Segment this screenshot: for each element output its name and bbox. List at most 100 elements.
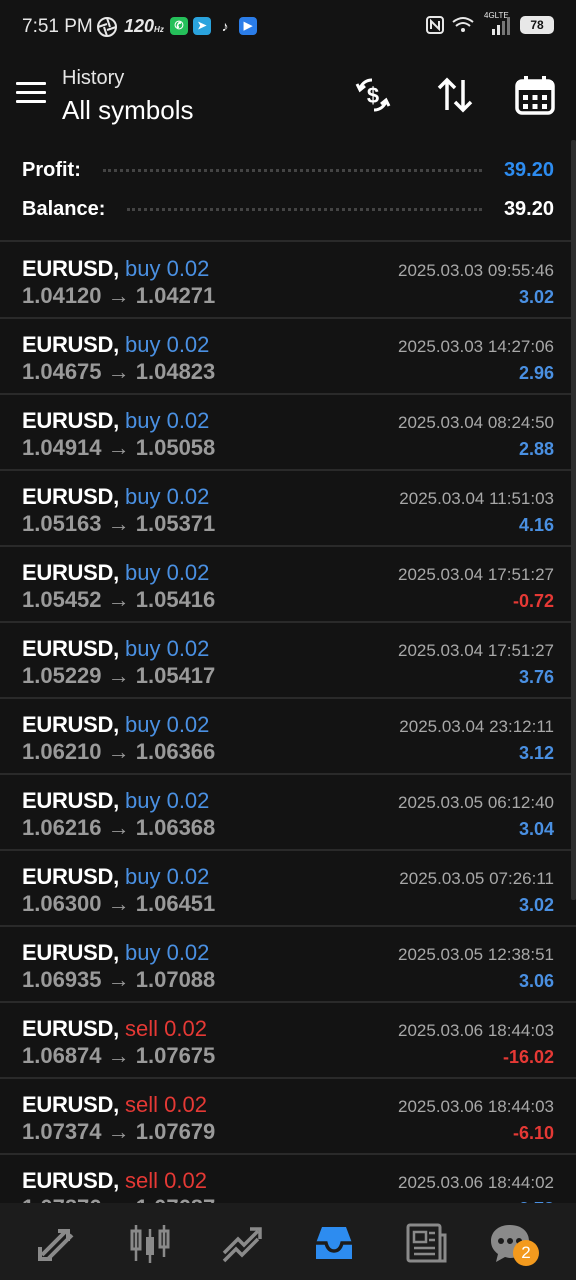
deal-time: 2025.03.04 08:24:50 bbox=[398, 413, 554, 432]
deal-time: 2025.03.05 12:38:51 bbox=[398, 945, 554, 964]
telegram-icon: ➤ bbox=[193, 17, 211, 35]
signal-icon: 4GLTE bbox=[482, 11, 512, 35]
news-icon[interactable] bbox=[404, 1221, 448, 1265]
nfc-icon bbox=[426, 16, 444, 34]
deal-row[interactable]: EURUSD, sell 0.02 1.06874 → 1.07675 2025.03… bbox=[0, 1003, 576, 1079]
deal-time: 2025.03.05 06:12:40 bbox=[398, 793, 554, 812]
whatsapp-icon: ✆ bbox=[170, 17, 188, 35]
balance-value: 39.20 bbox=[503, 197, 554, 220]
sort-icon[interactable] bbox=[434, 74, 476, 116]
status-right: 4GLTE 78 bbox=[426, 11, 554, 36]
deal-prices: 1.06874 → 1.07675 bbox=[22, 1043, 216, 1068]
deal-side: buy 0.02 bbox=[125, 712, 210, 737]
deal-side: buy 0.02 bbox=[125, 408, 210, 433]
deal-row[interactable]: EURUSD, buy 0.02 1.05163 → 1.05371 2025.03.… bbox=[0, 471, 576, 547]
deal-time: 2025.03.04 17:51:27 bbox=[398, 641, 554, 660]
deal-row[interactable]: EURUSD, buy 0.02 1.04675 → 1.04823 2025.03.… bbox=[0, 319, 576, 395]
deal-time: 2025.03.04 23:12:11 bbox=[399, 717, 554, 736]
deal-time: 2025.03.03 14:27:06 bbox=[398, 337, 554, 356]
deal-profit: 3.02 bbox=[518, 287, 554, 307]
deal-time: 2025.03.06 18:44:03 bbox=[398, 1021, 554, 1040]
deal-profit: 2.88 bbox=[518, 439, 554, 459]
trade-icon[interactable] bbox=[220, 1221, 264, 1265]
deal-row[interactable]: EURUSD, buy 0.02 1.06210 → 1.06366 2025.03.… bbox=[0, 699, 576, 775]
deal-side: buy 0.02 bbox=[125, 484, 210, 509]
deal-row[interactable]: EURUSD, buy 0.02 1.04914 → 1.05058 2025.03.… bbox=[0, 395, 576, 471]
deal-profit: 3.12 bbox=[518, 743, 554, 763]
status-time: 7:51 PM bbox=[22, 16, 93, 37]
refresh-rate: 120Hz bbox=[124, 16, 164, 37]
profit-row: Profit: 39.20 bbox=[22, 152, 554, 188]
deal-side: sell 0.02 bbox=[125, 1092, 207, 1117]
deal-symbol: EURUSD, bbox=[22, 408, 119, 433]
deal-prices: 1.05163 → 1.05371 bbox=[22, 511, 216, 536]
deal-symbol: EURUSD, bbox=[22, 484, 119, 509]
deal-profit: 3.04 bbox=[518, 819, 554, 839]
deal-row[interactable]: EURUSD, buy 0.02 1.06216 → 1.06368 2025.03.… bbox=[0, 775, 576, 851]
profit-value: 39.20 bbox=[503, 158, 554, 181]
header-title[interactable]: All symbols bbox=[62, 95, 193, 126]
deal-prices: 1.06210 → 1.06366 bbox=[22, 739, 216, 764]
deal-time: 2025.03.04 17:51:27 bbox=[398, 565, 554, 584]
deal-time: 2025.03.03 09:55:46 bbox=[398, 261, 554, 280]
deal-side: buy 0.02 bbox=[125, 332, 210, 357]
deal-row[interactable]: EURUSD, buy 0.02 1.05452 → 1.05416 2025.03.… bbox=[0, 547, 576, 623]
deal-symbol: EURUSD, bbox=[22, 712, 119, 737]
deal-row[interactable]: EURUSD, sell 0.02 1.07374 → 1.07679 2025.03… bbox=[0, 1079, 576, 1155]
deal-profit: 3.76 bbox=[518, 667, 554, 687]
messages-badge: 2 bbox=[513, 1240, 539, 1266]
deal-symbol: EURUSD, bbox=[22, 940, 119, 965]
calendar-icon[interactable] bbox=[514, 74, 556, 116]
profit-label: Profit: bbox=[22, 158, 81, 181]
header-subtitle: History bbox=[62, 67, 125, 89]
refresh-rate-value: 120 bbox=[124, 16, 155, 36]
balance-row: Balance: 39.20 bbox=[22, 191, 554, 227]
video-app-icon: ▶ bbox=[239, 17, 257, 35]
deal-profit: -0.72 bbox=[512, 591, 554, 611]
deal-symbol: EURUSD, bbox=[22, 332, 119, 357]
deal-row[interactable]: EURUSD,sell 0.02 1.07876 → 1.07687 2025.03… bbox=[0, 1155, 576, 1203]
deal-symbol: EURUSD, bbox=[22, 560, 119, 585]
deal-prices: 1.07876 → 1.07687 bbox=[22, 1195, 215, 1203]
deal-prices: 1.06216 → 1.06368 bbox=[22, 815, 216, 840]
deal-row[interactable]: EURUSD, buy 0.02 1.04120 → 1.04271 2025.03.… bbox=[0, 243, 576, 319]
aperture-icon bbox=[97, 17, 117, 37]
deal-side: buy 0.02 bbox=[125, 636, 210, 661]
deal-symbol: EURUSD, bbox=[22, 1168, 119, 1193]
deal-profit: -6.10 bbox=[512, 1123, 554, 1143]
deals-list[interactable]: EURUSD, buy 0.02 1.04120 → 1.04271 2025.03.… bbox=[0, 243, 576, 1203]
deal-prices: 1.07374 → 1.07679 bbox=[22, 1119, 216, 1144]
deal-prices: 1.04120 → 1.04271 bbox=[22, 283, 216, 308]
deal-profit: -16.02 bbox=[502, 1047, 554, 1067]
deal-row[interactable]: EURUSD, buy 0.02 1.06935 → 1.07088 2025.03.… bbox=[0, 927, 576, 1003]
deal-profit: 2.96 bbox=[518, 363, 554, 383]
deal-row[interactable]: EURUSD, buy 0.02 1.06300 → 1.06451 2025.03.… bbox=[0, 851, 576, 927]
deal-profit: 3.06 bbox=[518, 971, 554, 991]
deal-side: buy 0.02 bbox=[125, 940, 210, 965]
scrollbar[interactable] bbox=[571, 140, 576, 900]
history-icon[interactable] bbox=[312, 1221, 356, 1265]
chart-icon[interactable] bbox=[128, 1221, 172, 1265]
quotes-icon[interactable] bbox=[36, 1221, 80, 1265]
deal-profit: 4.16 bbox=[518, 515, 554, 535]
deal-side: buy 0.02 bbox=[125, 560, 210, 585]
deal-time: 2025.03.06 18:44:03 bbox=[398, 1097, 554, 1116]
account-summary: Profit: 39.20 Balance: 39.20 bbox=[0, 150, 576, 240]
deal-side: sell 0.02 bbox=[125, 1016, 207, 1041]
menu-button[interactable] bbox=[16, 82, 46, 106]
deal-row[interactable]: EURUSD, buy 0.02 1.05229 → 1.05417 2025.03.… bbox=[0, 623, 576, 699]
wifi-icon bbox=[452, 17, 474, 32]
tiktok-icon: ♪ bbox=[221, 18, 229, 34]
deal-symbol: EURUSD, bbox=[22, 864, 119, 889]
dollar-sync-icon[interactable]: $ bbox=[352, 74, 394, 116]
refresh-rate-unit: Hz bbox=[154, 25, 164, 34]
deal-prices: 1.04675 → 1.04823 bbox=[22, 359, 216, 384]
deal-prices: 1.05452 → 1.05416 bbox=[22, 587, 216, 612]
deal-time: 2025.03.06 18:44:02 bbox=[398, 1173, 554, 1192]
deal-prices: 1.04914 → 1.05058 bbox=[22, 435, 216, 460]
app-header: History All symbols $ bbox=[0, 52, 576, 142]
deal-prices: 1.06300 → 1.06451 bbox=[22, 891, 216, 916]
deal-symbol: EURUSD, bbox=[22, 1016, 119, 1041]
status-bar: 7:51 PM 120Hz ✆ ➤ ♪ ▶ 4GLTE 78 bbox=[0, 0, 576, 52]
deal-side: sell 0.02 bbox=[125, 1168, 207, 1193]
